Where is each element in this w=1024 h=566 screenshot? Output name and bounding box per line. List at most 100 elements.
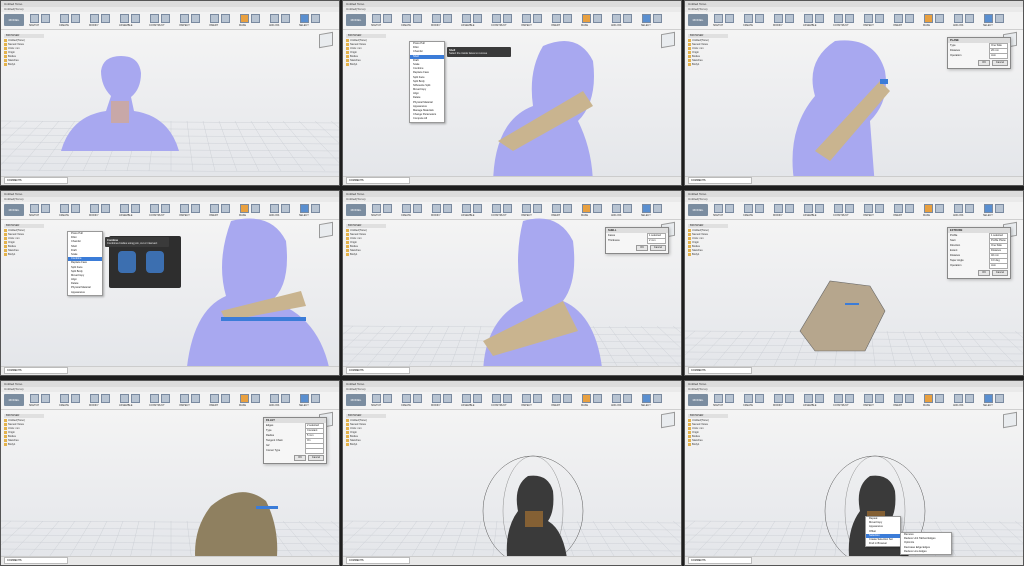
tree-item-label: Named Views — [350, 43, 366, 46]
browser-title: BROWSER — [346, 414, 386, 418]
menu-item[interactable]: Appearance — [68, 291, 102, 295]
section-highlight — [525, 511, 543, 527]
context-menu: Repeat Move/Copy Appearance Offset Selection… — [865, 516, 901, 548]
tree-item-label: Body1 — [692, 63, 700, 66]
timeline[interactable] — [483, 179, 531, 184]
tree-item[interactable]: Body1 — [346, 63, 386, 67]
tree-item-label: Origin — [692, 431, 699, 434]
model-canvas[interactable] — [1, 381, 340, 566]
model-canvas[interactable] — [343, 381, 682, 566]
tree-item-label: Untitled(Torso) — [350, 419, 367, 422]
dialog-buttons: OK Cancel — [606, 243, 668, 253]
tooltip-preview-a — [118, 251, 136, 273]
tree-item-label: Untitled(Torso) — [692, 39, 709, 42]
screenshot-panel-3: Untitled Torso Untitled(Torso) MODEL SKETCH… — [684, 0, 1024, 186]
dialog-row-value[interactable]: Join — [989, 53, 1008, 59]
browser-title: BROWSER — [688, 224, 728, 228]
grid-line — [1, 520, 339, 524]
tree-item[interactable]: Body1 — [346, 253, 386, 257]
cancel-button[interactable]: Cancel — [991, 270, 1008, 276]
comments-panel[interactable]: COMMENTS — [4, 557, 68, 564]
tree-item-label: Sketches — [350, 249, 361, 252]
folder-icon — [688, 39, 691, 42]
browser-tree: BROWSER Untitled(Torso) Named Views Units: … — [4, 224, 44, 257]
model-canvas[interactable] — [343, 1, 682, 186]
dialog-row-label: Corner Type — [266, 449, 281, 452]
folder-icon — [4, 431, 7, 434]
grid-line — [266, 120, 304, 172]
browser-title: BROWSER — [346, 224, 386, 228]
model-canvas[interactable] — [1, 191, 340, 376]
tree-item[interactable]: Body1 — [4, 443, 44, 447]
timeline[interactable] — [483, 369, 531, 374]
tree-item-label: Untitled(Torso) — [8, 39, 25, 42]
tree-item[interactable]: Body1 — [346, 443, 386, 447]
screenshot-panel-5: Untitled Torso Untitled(Torso) MODEL SKETCH… — [342, 190, 682, 376]
comments-panel[interactable]: COMMENTS — [346, 367, 410, 374]
submenu-item[interactable]: Reduce Line Edges — [901, 550, 951, 554]
comments-panel[interactable]: COMMENTS — [4, 177, 68, 184]
browser-title: BROWSER — [4, 34, 44, 38]
ok-button[interactable]: OK — [294, 455, 306, 461]
comments-panel[interactable]: COMMENTS — [4, 367, 68, 374]
timeline[interactable] — [141, 369, 189, 374]
comments-panel[interactable]: COMMENTS — [688, 557, 752, 564]
dialog-row-value[interactable]: 2 mm — [647, 238, 666, 244]
viewcube[interactable] — [319, 31, 333, 49]
tree-item-label: Body1 — [350, 443, 358, 446]
cancel-button[interactable]: Cancel — [991, 60, 1008, 66]
tree-item-label: Bodies — [692, 435, 700, 438]
tree-item-label: Bodies — [692, 245, 700, 248]
comments-panel[interactable]: COMMENTS — [688, 177, 752, 184]
timeline[interactable] — [483, 559, 531, 564]
dialog-row-label: Thickness — [608, 239, 620, 242]
tree-item-label: Units: mm — [8, 47, 20, 50]
ok-button[interactable]: OK — [978, 270, 990, 276]
timeline[interactable] — [825, 559, 873, 564]
viewcube[interactable] — [1003, 411, 1017, 429]
tree-item[interactable]: Body1 — [688, 63, 728, 67]
folder-icon — [688, 443, 691, 446]
ok-button[interactable]: OK — [978, 60, 990, 66]
tree-item[interactable]: Body1 — [4, 63, 44, 67]
folder-icon — [688, 47, 691, 50]
navigation-bar: COMMENTS — [685, 556, 1023, 565]
timeline[interactable] — [141, 559, 189, 564]
tree-item[interactable]: Body1 — [688, 443, 728, 447]
folder-icon — [346, 427, 349, 430]
folder-icon — [4, 253, 7, 256]
browser-tree: BROWSER Untitled(Torso) Named Views Units: … — [688, 224, 728, 257]
menu-item[interactable]: Find in Browser — [866, 542, 900, 546]
model-canvas[interactable] — [685, 1, 1024, 186]
model-canvas[interactable] — [685, 381, 1024, 566]
screenshot-panel-7: Untitled Torso Untitled(Torso) MODEL SKETCH… — [0, 380, 340, 566]
tree-item-label: Sketches — [8, 439, 19, 442]
cancel-button[interactable]: Cancel — [307, 455, 324, 461]
timeline[interactable] — [141, 179, 189, 184]
tree-item[interactable]: Body1 — [688, 253, 728, 257]
viewcube[interactable] — [319, 221, 333, 239]
viewcube[interactable] — [661, 31, 675, 49]
menu-item[interactable]: Compute All — [410, 117, 444, 121]
tree-item-label: Sketches — [692, 59, 703, 62]
model-canvas[interactable] — [343, 191, 682, 376]
model-canvas[interactable] — [1, 1, 340, 186]
tree-item[interactable]: Body1 — [4, 253, 44, 257]
dialog-row-value[interactable] — [305, 448, 324, 454]
model-canvas[interactable] — [685, 191, 1024, 376]
tree-item-label: Sketches — [8, 59, 19, 62]
comments-panel[interactable]: COMMENTS — [688, 367, 752, 374]
dialog-row-value[interactable]: Join — [989, 263, 1008, 269]
timeline[interactable] — [825, 179, 873, 184]
viewcube[interactable] — [661, 411, 675, 429]
tree-item-label: Body1 — [692, 253, 700, 256]
folder-icon — [4, 229, 7, 232]
cancel-button[interactable]: Cancel — [649, 245, 666, 251]
timeline[interactable] — [825, 369, 873, 374]
folder-icon — [688, 245, 691, 248]
tree-item-label: Bodies — [692, 55, 700, 58]
ok-button[interactable]: OK — [636, 245, 648, 251]
tree-item-label: Bodies — [350, 435, 358, 438]
comments-panel[interactable]: COMMENTS — [346, 177, 410, 184]
comments-panel[interactable]: COMMENTS — [346, 557, 410, 564]
